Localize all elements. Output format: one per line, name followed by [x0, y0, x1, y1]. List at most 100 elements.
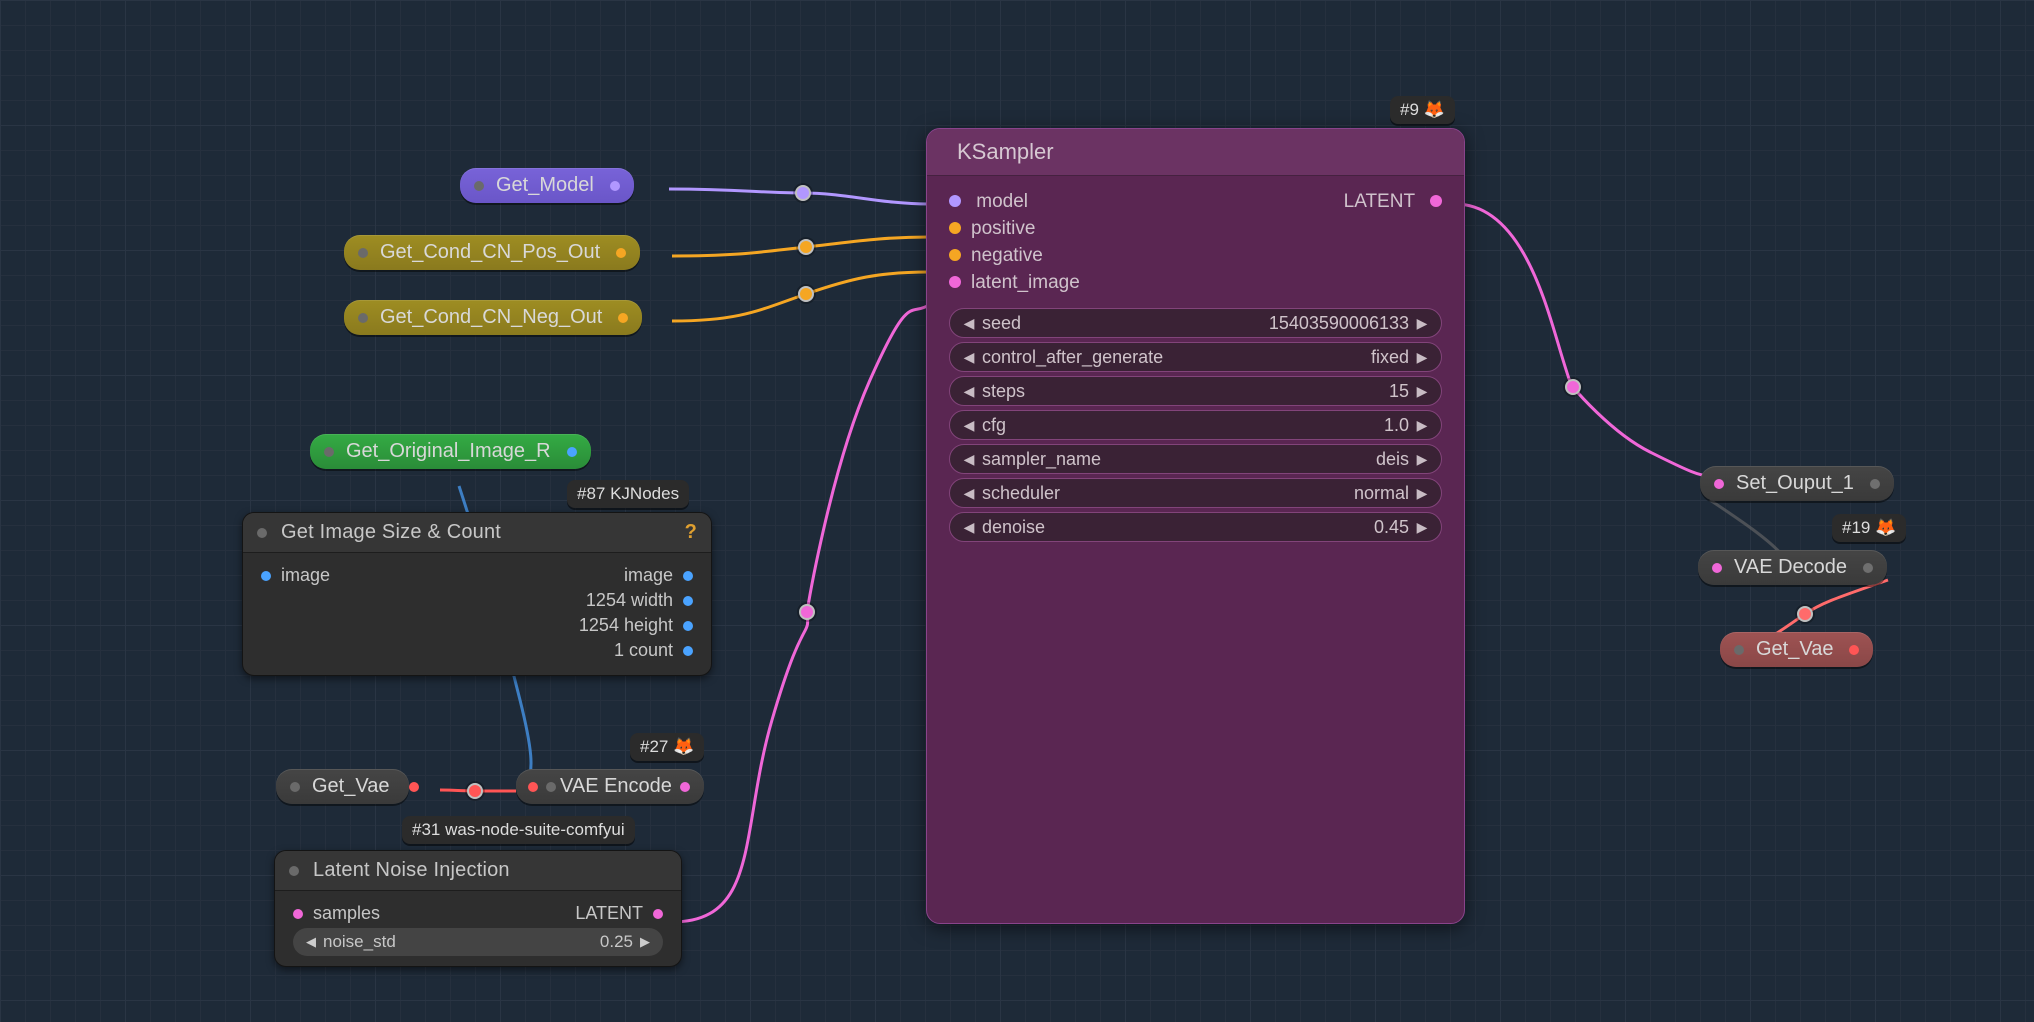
collapse-dot-icon	[289, 866, 299, 876]
widget-label: seed	[982, 313, 1021, 334]
help-icon[interactable]: ?	[685, 521, 697, 544]
widget-control-after-generate[interactable]: ◀ control_after_generate fixed ▶	[949, 342, 1442, 372]
arrow-right-icon[interactable]: ▶	[1413, 349, 1431, 366]
widget-label: denoise	[982, 517, 1045, 538]
collapse-dot-icon	[257, 528, 267, 538]
output-port[interactable]	[1849, 645, 1859, 655]
arrow-left-icon[interactable]: ◀	[960, 349, 978, 366]
widget-seed[interactable]: ◀ seed 15403590006133 ▶	[949, 308, 1442, 338]
node-title: Set_Ouput_1	[1736, 472, 1854, 494]
node-latent-noise-injection[interactable]: Latent Noise Injection samples LATENT ◀ …	[274, 850, 682, 967]
output-port[interactable]	[1870, 479, 1880, 489]
node-title: KSampler	[957, 139, 1054, 165]
widget-scheduler[interactable]: ◀ scheduler normal ▶	[949, 478, 1442, 508]
arrow-left-icon[interactable]: ◀	[960, 451, 978, 468]
widget-steps[interactable]: ◀ steps 15 ▶	[949, 376, 1442, 406]
fox-icon: 🦊	[1424, 100, 1445, 119]
node-title: VAE Encode	[560, 775, 672, 797]
arrow-left-icon[interactable]: ◀	[303, 934, 319, 950]
input-port[interactable]	[528, 782, 538, 792]
input-label: samples	[313, 903, 380, 924]
input-port-model[interactable]	[949, 195, 961, 207]
arrow-right-icon[interactable]: ▶	[1413, 417, 1431, 434]
wire-knob[interactable]	[798, 286, 814, 302]
arrow-right-icon[interactable]: ▶	[1413, 315, 1431, 332]
arrow-left-icon[interactable]: ◀	[960, 485, 978, 502]
arrow-left-icon[interactable]: ◀	[960, 417, 978, 434]
node-title: Get_Cond_CN_Neg_Out	[380, 306, 602, 328]
node-graph-canvas[interactable]: Get_Model Get_Cond_CN_Pos_Out Get_Cond_C…	[0, 0, 2034, 1022]
output-port-count[interactable]	[683, 646, 693, 656]
wire-knob[interactable]	[1797, 606, 1813, 622]
output-port[interactable]	[567, 447, 577, 457]
widget-label: steps	[982, 381, 1025, 402]
widget-value: 15403590006133	[1021, 313, 1409, 334]
input-port-samples[interactable]	[293, 909, 303, 919]
node-get-model[interactable]: Get_Model	[460, 168, 634, 203]
collapse-dot-icon	[474, 181, 484, 191]
node-get-vae-right[interactable]: Get_Vae	[1720, 632, 1873, 667]
wire-knob[interactable]	[799, 604, 815, 620]
input-label: positive	[971, 218, 1035, 239]
output-port-latent[interactable]	[653, 909, 663, 919]
collapse-dot-icon	[1734, 645, 1744, 655]
arrow-right-icon[interactable]: ▶	[1413, 383, 1431, 400]
arrow-right-icon[interactable]: ▶	[1413, 519, 1431, 536]
node-title: Get_Original_Image_R	[346, 440, 551, 462]
node-badge-kjnodes: #87 KJNodes	[567, 480, 689, 508]
widget-denoise[interactable]: ◀ denoise 0.45 ▶	[949, 512, 1442, 542]
output-port-latent[interactable]	[1430, 195, 1442, 207]
output-label: 1254 width	[586, 590, 673, 611]
input-port-negative[interactable]	[949, 249, 961, 261]
input-label: negative	[971, 245, 1043, 266]
node-get-cond-pos[interactable]: Get_Cond_CN_Pos_Out	[344, 235, 640, 270]
node-vae-encode[interactable]: VAE Encode	[516, 769, 704, 804]
input-port-image[interactable]	[261, 571, 271, 581]
input-label: model	[976, 191, 1028, 212]
arrow-left-icon[interactable]: ◀	[960, 519, 978, 536]
output-port[interactable]	[1863, 563, 1873, 573]
node-ksampler[interactable]: KSampler model LATENT positive negative …	[926, 128, 1465, 924]
output-port[interactable]	[680, 782, 690, 792]
output-port-height[interactable]	[683, 621, 693, 631]
collapse-dot-icon	[358, 313, 368, 323]
output-port-image[interactable]	[683, 571, 693, 581]
widget-label: noise_std	[323, 932, 396, 952]
node-title: Get_Model	[496, 174, 594, 196]
wire-knob[interactable]	[798, 239, 814, 255]
widget-value: 0.25	[396, 932, 633, 952]
widget-cfg[interactable]: ◀ cfg 1.0 ▶	[949, 410, 1442, 440]
input-port[interactable]	[1712, 563, 1722, 573]
widget-label: control_after_generate	[982, 347, 1163, 368]
output-port-width[interactable]	[683, 596, 693, 606]
input-port-positive[interactable]	[949, 222, 961, 234]
output-label: image	[624, 565, 673, 586]
wire-knob[interactable]	[467, 783, 483, 799]
output-port[interactable]	[409, 782, 419, 792]
node-set-output-1[interactable]: Set_Ouput_1	[1700, 466, 1894, 501]
output-port[interactable]	[616, 248, 626, 258]
wire-knob[interactable]	[1565, 379, 1581, 395]
widget-label: sampler_name	[982, 449, 1101, 470]
output-port[interactable]	[618, 313, 628, 323]
output-port[interactable]	[610, 181, 620, 191]
input-port-latent-image[interactable]	[949, 276, 961, 288]
widget-noise-std[interactable]: ◀ noise_std 0.25 ▶	[293, 928, 663, 956]
node-vae-decode[interactable]: VAE Decode	[1698, 550, 1887, 585]
arrow-left-icon[interactable]: ◀	[960, 315, 978, 332]
arrow-right-icon[interactable]: ▶	[1413, 485, 1431, 502]
output-label: LATENT	[575, 903, 643, 924]
node-get-original-image-r[interactable]: Get_Original_Image_R	[310, 434, 591, 469]
fox-icon: 🦊	[673, 737, 694, 756]
node-title: Get_Cond_CN_Pos_Out	[380, 241, 600, 263]
node-get-cond-neg[interactable]: Get_Cond_CN_Neg_Out	[344, 300, 642, 335]
widget-sampler-name[interactable]: ◀ sampler_name deis ▶	[949, 444, 1442, 474]
node-get-image-size-count[interactable]: Get Image Size & Count ? image image 125…	[242, 512, 712, 676]
wire-knob[interactable]	[795, 185, 811, 201]
input-port[interactable]	[1714, 479, 1724, 489]
arrow-right-icon[interactable]: ▶	[1413, 451, 1431, 468]
arrow-right-icon[interactable]: ▶	[637, 934, 653, 950]
node-get-vae-left[interactable]: Get_Vae	[276, 769, 409, 804]
arrow-left-icon[interactable]: ◀	[960, 383, 978, 400]
output-label: 1254 height	[579, 615, 673, 636]
